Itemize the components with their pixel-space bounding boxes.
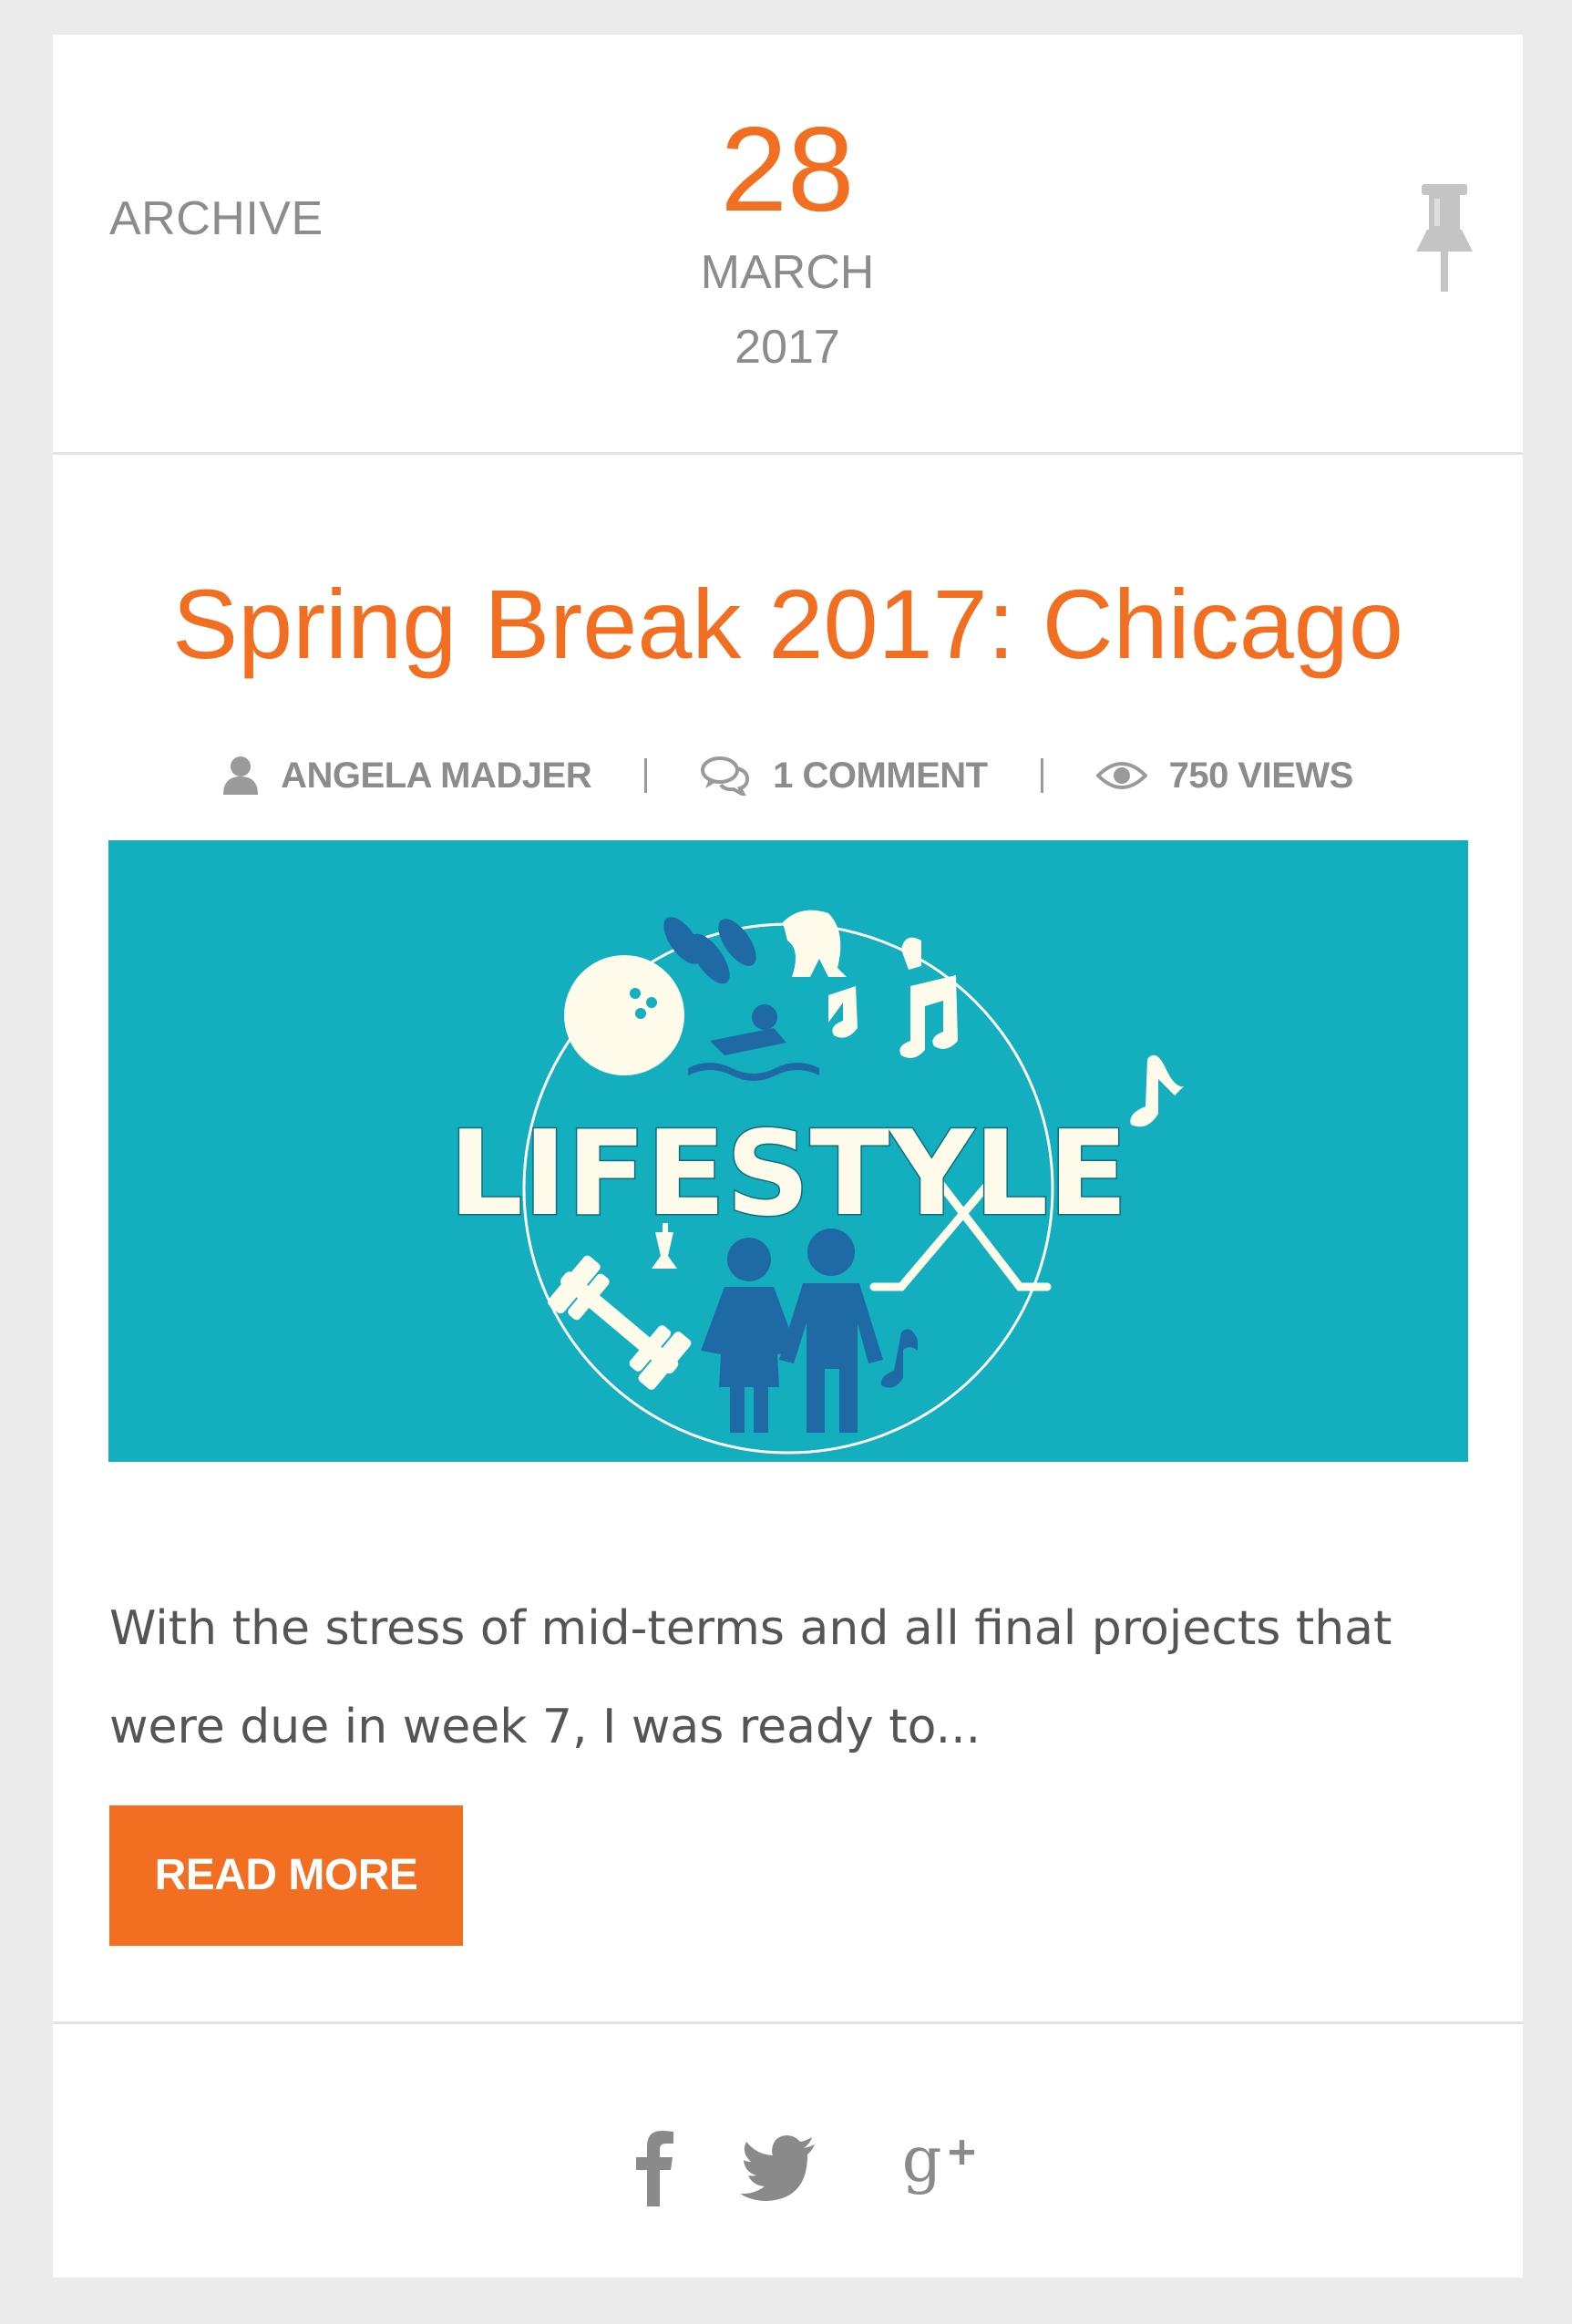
post-card-footer: g (53, 2021, 1523, 2280)
post-featured-image[interactable]: LIFESTYLE (108, 840, 1468, 1462)
svg-text:g: g (902, 2124, 942, 2196)
read-more-button[interactable]: READ MORE (109, 1805, 463, 1946)
eye-icon (1095, 762, 1147, 789)
meta-author[interactable]: ANGELA MADJER (222, 755, 592, 797)
meta-views: 750 VIEWS (1095, 755, 1354, 797)
view-count: 750 VIEWS (1168, 755, 1354, 796)
post-card-header: ARCHIVE 28 MARCH 2017 (53, 35, 1523, 455)
google-plus-icon[interactable]: g (900, 2124, 982, 2206)
date-day: 28 (720, 102, 855, 236)
date-year: 2017 (735, 321, 840, 374)
post-card: ARCHIVE 28 MARCH 2017 Spring Break 2017:… (53, 35, 1523, 2278)
facebook-icon[interactable] (614, 2124, 696, 2206)
lifestyle-illustration: LIFESTYLE (447, 910, 1184, 1455)
lifestyle-banner-text: LIFESTYLE (448, 1106, 1127, 1242)
author-name: ANGELA MADJER (281, 755, 592, 796)
post-excerpt: With the stress of mid-terms and all fin… (109, 1601, 1392, 1754)
archive-label[interactable]: ARCHIVE (109, 191, 324, 246)
post-date: 28 MARCH 2017 (605, 106, 970, 379)
pushpin-icon (1416, 184, 1473, 292)
user-icon (223, 756, 259, 795)
twitter-icon[interactable] (738, 2124, 820, 2206)
meta-divider (644, 758, 648, 793)
date-month: MARCH (700, 246, 875, 299)
comment-count: 1 COMMENT (773, 755, 988, 796)
post-meta: ANGELA MADJER 1 COMMENT 750 VIEWS (53, 744, 1523, 807)
post-title[interactable]: Spring Break 2017: Chicago (53, 565, 1523, 684)
meta-divider (1040, 758, 1043, 793)
meta-comments[interactable]: 1 COMMENT (700, 756, 988, 797)
comments-icon (701, 756, 750, 796)
